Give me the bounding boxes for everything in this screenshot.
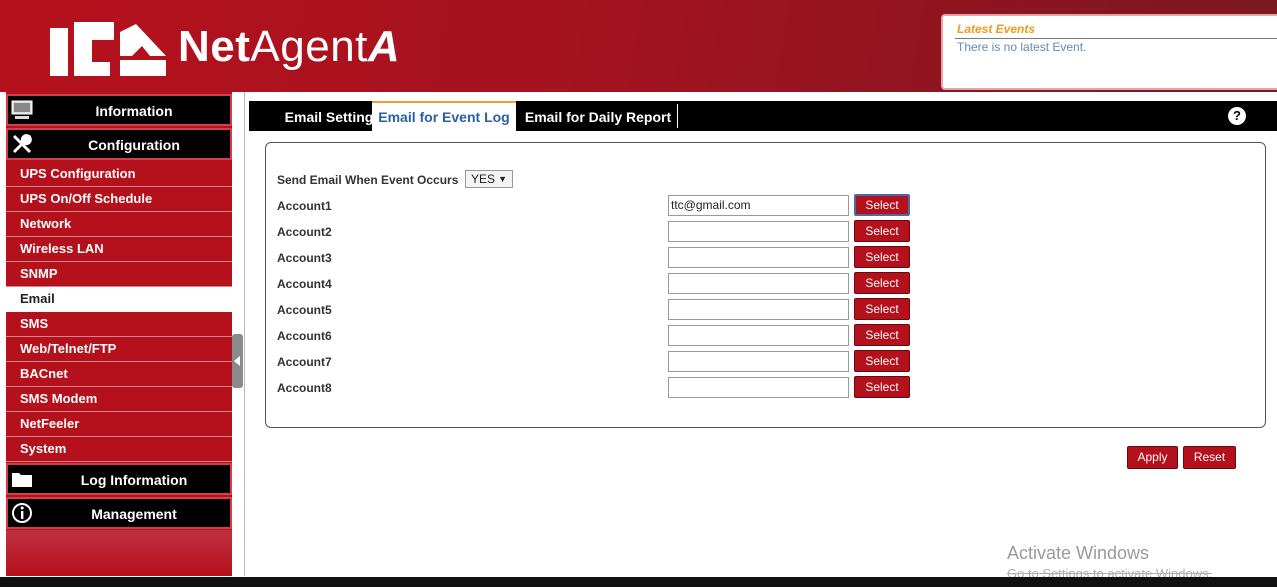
sidebar-section-label: Management — [91, 506, 177, 522]
taskbar-strip — [0, 577, 1277, 587]
sidebar-item-netfeeler[interactable]: NetFeeler — [6, 412, 232, 437]
sidebar-item-web-telnet-ftp[interactable]: Web/Telnet/FTP — [6, 337, 232, 362]
brand-name-regular: Agent — [250, 22, 368, 71]
activate-windows-watermark: Activate Windows — [1007, 543, 1150, 563]
monitor-icon — [10, 98, 34, 122]
sidebar-footer — [6, 530, 232, 576]
divider — [244, 92, 245, 576]
tab-email-setting[interactable]: Email Setting — [269, 101, 389, 131]
sidebar-item-sms[interactable]: SMS — [6, 312, 232, 337]
account-label: Account8 — [277, 381, 332, 395]
account-label: Account5 — [277, 303, 332, 317]
account-label: Account7 — [277, 355, 332, 369]
sidebar-item-email[interactable]: Email — [6, 287, 232, 312]
send-email-select[interactable]: YES ▼ — [465, 170, 513, 188]
account-label: Account6 — [277, 329, 332, 343]
account-select-button[interactable]: Select — [854, 376, 910, 398]
account-select-button[interactable]: Select — [854, 194, 910, 216]
divider — [677, 104, 678, 128]
sidebar-item-system[interactable]: System — [6, 437, 232, 462]
sidebar-item-sms-modem[interactable]: SMS Modem — [6, 387, 232, 412]
reset-button[interactable]: Reset — [1183, 446, 1236, 469]
apply-button[interactable]: Apply — [1127, 446, 1178, 469]
sidebar-section-management[interactable]: Management — [6, 497, 232, 529]
tab-email-for-daily-report[interactable]: Email for Daily Report — [518, 101, 678, 131]
sidebar-section-label: Configuration — [88, 137, 180, 153]
sidebar: Information Configuration UPS Configurat… — [6, 92, 232, 576]
account-select-button[interactable]: Select — [854, 298, 910, 320]
account-select-button[interactable]: Select — [854, 350, 910, 372]
sidebar-section-log-information[interactable]: Log Information — [6, 463, 232, 495]
sidebar-section-label: Information — [95, 103, 173, 119]
account-input[interactable] — [668, 299, 849, 320]
brand-name-italic: A — [367, 22, 401, 71]
sidebar-item-snmp[interactable]: SNMP — [6, 262, 232, 287]
account-label: Account2 — [277, 225, 332, 239]
folder-icon — [10, 467, 34, 491]
help-icon[interactable]: ? — [1228, 107, 1246, 125]
sidebar-section-configuration[interactable]: Configuration — [6, 128, 232, 160]
tab-bar: Email Setting Email for Event Log Email … — [249, 101, 1277, 131]
brand-name: NetAgentA — [178, 22, 400, 72]
account-input[interactable]: ttc@gmail.com — [668, 195, 849, 216]
divider — [955, 38, 1277, 39]
sidebar-section-information[interactable]: Information — [6, 94, 232, 126]
account-select-button[interactable]: Select — [854, 220, 910, 242]
send-email-label: Send Email When Event Occurs — [277, 173, 459, 187]
latest-events-text: There is no latest Event. — [957, 40, 1087, 54]
info-icon — [10, 501, 34, 525]
chevron-down-icon: ▼ — [498, 174, 507, 184]
sidebar-item-wireless-lan[interactable]: Wireless LAN — [6, 237, 232, 262]
account-input[interactable] — [668, 221, 849, 242]
sidebar-item-network[interactable]: Network — [6, 212, 232, 237]
send-email-select-value: YES — [471, 172, 496, 186]
tab-email-for-event-log[interactable]: Email for Event Log — [372, 101, 516, 131]
account-input[interactable] — [668, 351, 849, 372]
sidebar-item-bacnet[interactable]: BACnet — [6, 362, 232, 387]
latest-events-panel: Latest Events There is no latest Event. — [941, 14, 1277, 90]
account-label: Account1 — [277, 199, 332, 213]
tools-icon — [10, 132, 34, 156]
netagent-logo-icon — [50, 22, 166, 76]
account-input[interactable] — [668, 377, 849, 398]
account-label: Account4 — [277, 277, 332, 291]
account-select-button[interactable]: Select — [854, 272, 910, 294]
sidebar-section-label: Log Information — [80, 472, 188, 488]
brand-name-bold: Net — [178, 22, 251, 71]
header: NetAgentA Latest Events There is no late… — [0, 0, 1277, 92]
account-input[interactable] — [668, 273, 849, 294]
account-input[interactable] — [668, 247, 849, 268]
sidebar-collapse-handle[interactable] — [232, 334, 243, 388]
account-select-button[interactable]: Select — [854, 246, 910, 268]
account-select-button[interactable]: Select — [854, 324, 910, 346]
sidebar-item-ups-configuration[interactable]: UPS Configuration — [6, 162, 232, 187]
latest-events-title: Latest Events — [957, 22, 1036, 36]
account-label: Account3 — [277, 251, 332, 265]
sidebar-item-ups-onoff-schedule[interactable]: UPS On/Off Schedule — [6, 187, 232, 212]
account-input[interactable] — [668, 325, 849, 346]
